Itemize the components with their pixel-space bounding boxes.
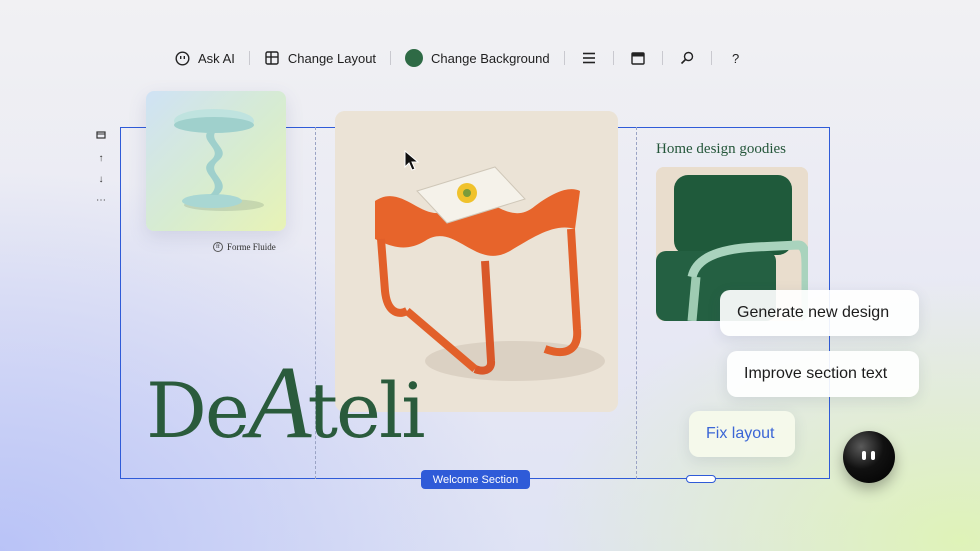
wavy-table-illustration bbox=[174, 109, 264, 211]
section-design-button[interactable] bbox=[614, 50, 662, 66]
ai-assistant-avatar[interactable] bbox=[843, 431, 895, 483]
change-layout-button[interactable]: Change Layout bbox=[250, 50, 390, 66]
menu-lines-icon bbox=[581, 50, 597, 66]
align-button[interactable] bbox=[565, 50, 613, 66]
generate-design-button[interactable]: Generate new design bbox=[720, 290, 919, 336]
brand-logo-icon: ff bbox=[213, 242, 223, 252]
window-icon bbox=[630, 50, 646, 66]
brand-mark: ff Forme Fluide bbox=[213, 242, 276, 252]
move-up-icon[interactable]: ↑ bbox=[99, 152, 104, 165]
help-button[interactable]: ? bbox=[712, 50, 760, 66]
editor-toolbar: Ask AI Change Layout Change Background ? bbox=[160, 40, 760, 76]
section-label-badge[interactable]: Welcome Section bbox=[421, 470, 530, 489]
side-table-image[interactable] bbox=[146, 91, 286, 231]
magic-search-icon bbox=[679, 50, 695, 66]
logo-script-letter: A bbox=[247, 345, 312, 460]
animation-button[interactable] bbox=[663, 50, 711, 66]
layout-icon bbox=[264, 50, 280, 66]
section-settings-icon[interactable] bbox=[96, 130, 106, 144]
change-background-button[interactable]: Change Background bbox=[391, 49, 564, 67]
background-color-swatch bbox=[405, 49, 424, 67]
ai-face-icon bbox=[174, 50, 190, 66]
column-guide bbox=[636, 127, 637, 479]
logo-part: De bbox=[146, 366, 250, 455]
goodies-heading: Home design goodies bbox=[656, 141, 786, 157]
ask-ai-label: Ask AI bbox=[198, 50, 235, 66]
bot-eye bbox=[871, 451, 875, 460]
move-down-icon[interactable]: ↓ bbox=[99, 173, 104, 186]
section-resize-handle[interactable] bbox=[686, 475, 716, 483]
change-layout-label: Change Layout bbox=[287, 50, 377, 66]
section-side-tools: ↑ ↓ ⋯ bbox=[93, 130, 109, 207]
ask-ai-button[interactable]: Ask AI bbox=[160, 50, 249, 66]
help-icon: ? bbox=[731, 50, 740, 66]
decateli-logo: DeAteli bbox=[146, 351, 426, 459]
brand-name: Forme Fluide bbox=[227, 242, 276, 252]
change-background-label: Change Background bbox=[431, 50, 550, 66]
improve-text-button[interactable]: Improve section text bbox=[727, 351, 919, 397]
more-options-icon[interactable]: ⋯ bbox=[96, 194, 106, 207]
bot-eye bbox=[862, 451, 866, 460]
mouse-pointer-icon bbox=[404, 149, 420, 177]
logo-part: teli bbox=[307, 366, 425, 455]
fix-layout-button[interactable]: Fix layout bbox=[689, 411, 795, 457]
